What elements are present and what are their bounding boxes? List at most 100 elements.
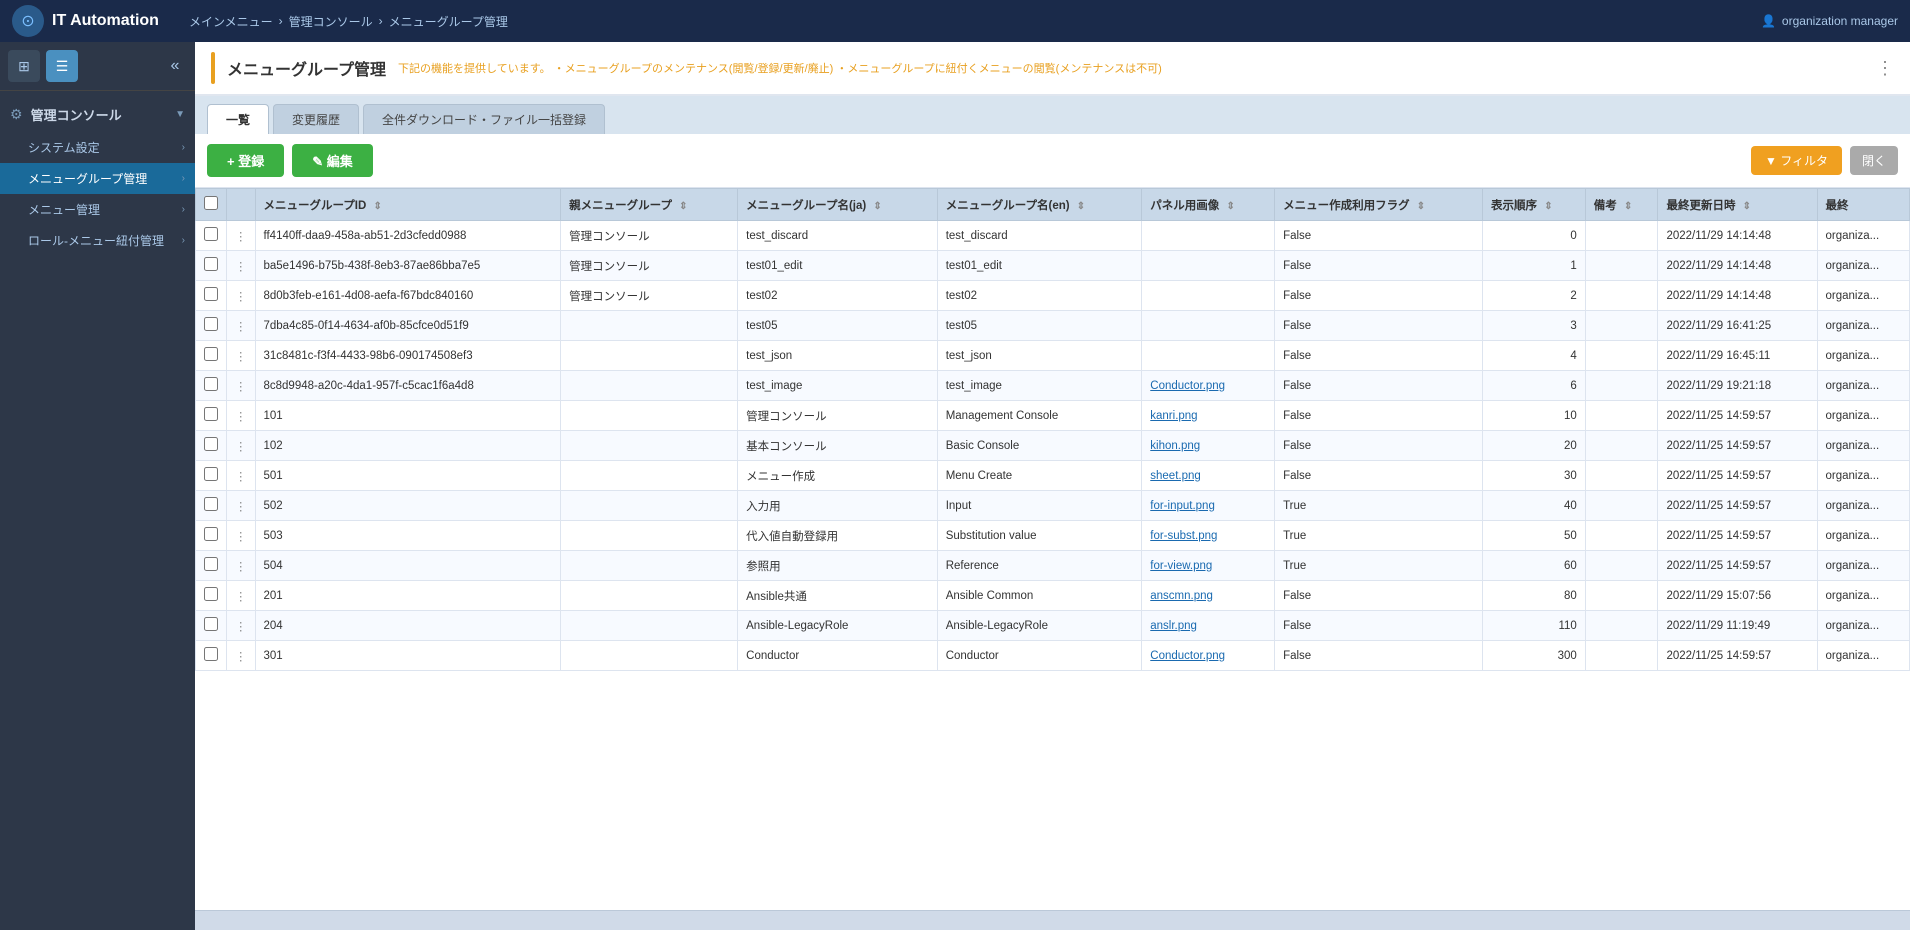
cell-last: organiza... (1817, 521, 1910, 551)
cell-parent (561, 611, 738, 641)
cell-last: organiza... (1817, 491, 1910, 521)
cell-order: 4 (1483, 341, 1586, 371)
cell-panel-image: kanri.png (1142, 401, 1275, 431)
breadcrumb-item-2[interactable]: 管理コンソール (289, 13, 373, 30)
bottom-scroll-bar[interactable] (195, 910, 1910, 930)
row-context-menu[interactable]: ⋮ (227, 641, 256, 671)
row-checkbox[interactable] (204, 497, 218, 511)
column-header-parent[interactable]: 親メニューグループ ⇕ (561, 189, 738, 221)
row-checkbox[interactable] (204, 227, 218, 241)
row-checkbox[interactable] (204, 587, 218, 601)
cell-name-ja: Conductor (738, 641, 938, 671)
row-checkbox[interactable] (204, 257, 218, 271)
cell-name-ja: 管理コンソール (738, 401, 938, 431)
row-checkbox[interactable] (204, 527, 218, 541)
row-context-menu[interactable]: ⋮ (227, 221, 256, 251)
cell-name-en: Reference (937, 551, 1142, 581)
sidebar-item-role-menu-link[interactable]: ロール-メニュー紐付管理 › (0, 225, 195, 256)
tab-history[interactable]: 変更履歴 (273, 104, 359, 134)
panel-image-link[interactable]: for-input.png (1150, 500, 1215, 512)
row-checkbox-cell (196, 461, 227, 491)
cell-name-ja: 入力用 (738, 491, 938, 521)
cell-updated-at: 2022/11/25 14:59:57 (1658, 551, 1817, 581)
column-header-order[interactable]: 表示順序 ⇕ (1483, 189, 1586, 221)
column-header-updated-at[interactable]: 最終更新日時 ⇕ (1658, 189, 1817, 221)
column-header-remarks[interactable]: 備考 ⇕ (1585, 189, 1658, 221)
panel-image-link[interactable]: anslr.png (1150, 620, 1197, 632)
select-all-checkbox[interactable] (204, 196, 218, 210)
row-checkbox[interactable] (204, 467, 218, 481)
row-context-menu[interactable]: ⋮ (227, 521, 256, 551)
breadcrumb-item-1[interactable]: メインメニュー (189, 13, 273, 30)
row-context-menu[interactable]: ⋮ (227, 371, 256, 401)
table-row: ⋮7dba4c85-0f14-4634-af0b-85cfce0d51f9tes… (196, 311, 1910, 341)
tab-list[interactable]: 一覧 (207, 104, 269, 134)
cell-id: 204 (255, 611, 561, 641)
panel-image-link[interactable]: for-subst.png (1150, 530, 1217, 542)
sidebar-item-system-settings[interactable]: システム設定 › (0, 132, 195, 163)
row-context-menu[interactable]: ⋮ (227, 431, 256, 461)
app-title: IT Automation (52, 12, 159, 30)
row-context-menu[interactable]: ⋮ (227, 281, 256, 311)
panel-image-link[interactable]: Conductor.png (1150, 650, 1225, 662)
grid-view-icon[interactable]: ⊞ (8, 50, 40, 82)
row-checkbox[interactable] (204, 557, 218, 571)
kebab-menu-icon[interactable]: ⋮ (1876, 58, 1894, 79)
tab-download-upload[interactable]: 全件ダウンロード・ファイル一括登録 (363, 104, 605, 134)
cell-order: 20 (1483, 431, 1586, 461)
sidebar-item-menu-group-management[interactable]: メニューグループ管理 › (0, 163, 195, 194)
row-context-menu[interactable]: ⋮ (227, 251, 256, 281)
sidebar-item-menu-management[interactable]: メニュー管理 › (0, 194, 195, 225)
toolbar-right: ▼ フィルタ 閉く (1751, 146, 1898, 175)
row-context-menu[interactable]: ⋮ (227, 311, 256, 341)
row-context-menu[interactable]: ⋮ (227, 341, 256, 371)
row-checkbox[interactable] (204, 647, 218, 661)
row-context-menu[interactable]: ⋮ (227, 551, 256, 581)
row-context-menu[interactable]: ⋮ (227, 461, 256, 491)
data-table-container[interactable]: メニューグループID ⇕ 親メニューグループ ⇕ メニューグループ名(ja) ⇕ (195, 188, 1910, 910)
row-checkbox[interactable] (204, 437, 218, 451)
cell-order: 50 (1483, 521, 1586, 551)
sidebar-section-admin-console[interactable]: ⚙ 管理コンソール ▼ (0, 97, 195, 132)
row-checkbox[interactable] (204, 407, 218, 421)
list-view-icon[interactable]: ☰ (46, 50, 78, 82)
panel-image-link[interactable]: Conductor.png (1150, 380, 1225, 392)
toolbar: + 登録 ✎ 編集 ▼ フィルタ 閉く (195, 134, 1910, 188)
app-logo: ⊙ IT Automation (12, 5, 159, 37)
cell-id: ba5e1496-b75b-438f-8eb3-87ae86bba7e5 (255, 251, 561, 281)
panel-image-link[interactable]: for-view.png (1150, 560, 1212, 572)
breadcrumb-item-3[interactable]: メニューグループ管理 (389, 13, 508, 30)
row-checkbox[interactable] (204, 317, 218, 331)
sidebar-collapse-button[interactable]: « (163, 54, 187, 78)
column-header-id[interactable]: メニューグループID ⇕ (255, 189, 561, 221)
row-checkbox[interactable] (204, 287, 218, 301)
cell-parent: 管理コンソール (561, 281, 738, 311)
panel-image-link[interactable]: kanri.png (1150, 410, 1197, 422)
edit-button[interactable]: ✎ 編集 (292, 144, 373, 177)
column-header-menu-flag[interactable]: メニュー作成利用フラグ ⇕ (1275, 189, 1483, 221)
cell-name-ja: 代入値自動登録用 (738, 521, 938, 551)
row-checkbox[interactable] (204, 617, 218, 631)
row-checkbox[interactable] (204, 377, 218, 391)
panel-image-link[interactable]: kihon.png (1150, 440, 1200, 452)
column-header-name-en[interactable]: メニューグループ名(en) ⇕ (937, 189, 1142, 221)
register-button[interactable]: + 登録 (207, 144, 284, 177)
page-title: メニューグループ管理 (227, 56, 386, 80)
sidebar-section-label: 管理コンソール (31, 105, 168, 124)
row-context-menu[interactable]: ⋮ (227, 401, 256, 431)
filter-button[interactable]: ▼ フィルタ (1751, 146, 1842, 175)
panel-image-link[interactable]: sheet.png (1150, 470, 1201, 482)
column-header-name-ja[interactable]: メニューグループ名(ja) ⇕ (738, 189, 938, 221)
panel-image-link[interactable]: anscmn.png (1150, 590, 1213, 602)
arrow-icon: › (182, 142, 185, 153)
row-context-menu[interactable]: ⋮ (227, 611, 256, 641)
close-filter-button[interactable]: 閉く (1850, 146, 1898, 175)
column-label: 最終更新日時 (1666, 200, 1735, 212)
row-context-menu[interactable]: ⋮ (227, 491, 256, 521)
row-context-menu[interactable]: ⋮ (227, 581, 256, 611)
row-checkbox[interactable] (204, 347, 218, 361)
column-header-panel-image[interactable]: パネル用画像 ⇕ (1142, 189, 1275, 221)
cell-parent (561, 641, 738, 671)
cell-panel-image: sheet.png (1142, 461, 1275, 491)
cell-name-ja: 基本コンソール (738, 431, 938, 461)
